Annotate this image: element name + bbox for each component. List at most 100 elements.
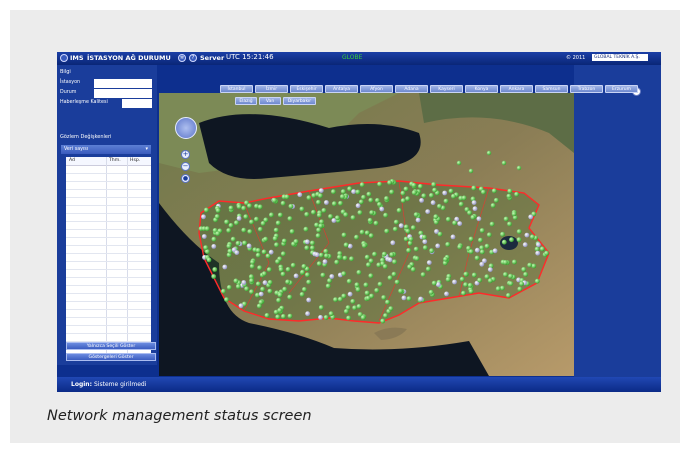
station-marker[interactable] [250, 259, 255, 265]
station-marker[interactable] [432, 187, 437, 193]
station-marker[interactable] [519, 281, 524, 287]
station-marker[interactable] [315, 233, 321, 239]
station-marker[interactable] [396, 208, 402, 213]
station-marker[interactable] [263, 236, 268, 242]
station-marker[interactable] [306, 279, 312, 285]
station-marker[interactable] [247, 229, 253, 235]
station-marker[interactable] [484, 274, 490, 280]
station-marker[interactable] [228, 205, 234, 211]
station-marker[interactable] [347, 291, 353, 297]
person-icon[interactable]: ● [181, 174, 190, 183]
station-marker[interactable] [516, 237, 522, 243]
pan-control-icon[interactable] [175, 117, 197, 139]
show-indicators-button[interactable]: Göstergeleri Göster [66, 353, 156, 361]
station-marker[interactable] [474, 247, 480, 253]
station-marker[interactable] [377, 202, 382, 207]
station-marker[interactable] [304, 212, 310, 217]
station-marker[interactable] [445, 277, 451, 282]
station-marker[interactable] [249, 278, 254, 284]
station-marker[interactable] [384, 196, 389, 201]
station-marker[interactable] [387, 275, 393, 281]
station-marker[interactable] [340, 194, 345, 199]
station-marker[interactable] [445, 216, 451, 222]
station-marker[interactable] [463, 271, 469, 277]
gear-icon[interactable]: ✲ [178, 54, 186, 62]
station-marker[interactable] [379, 206, 385, 212]
station-marker[interactable] [381, 251, 387, 257]
station-marker[interactable] [346, 278, 352, 284]
station-marker[interactable] [452, 279, 457, 285]
station-marker[interactable] [534, 246, 540, 252]
station-marker[interactable] [426, 260, 432, 265]
station-marker[interactable] [324, 253, 329, 259]
station-marker[interactable] [472, 206, 478, 212]
station-marker[interactable] [456, 160, 462, 166]
station-marker[interactable] [349, 256, 354, 262]
station-marker[interactable] [524, 232, 530, 238]
station-marker[interactable] [398, 223, 404, 229]
station-marker[interactable] [247, 203, 252, 209]
station-marker[interactable] [324, 200, 329, 205]
station-marker[interactable] [372, 251, 377, 257]
station-marker[interactable] [318, 188, 324, 193]
station-marker[interactable] [368, 273, 374, 279]
city-button[interactable]: Elazığ [235, 97, 257, 105]
station-marker[interactable] [414, 256, 420, 261]
station-marker[interactable] [452, 220, 457, 226]
station-marker[interactable] [249, 263, 255, 269]
station-marker[interactable] [303, 226, 309, 232]
station-marker[interactable] [523, 272, 528, 277]
station-marker[interactable] [516, 229, 522, 235]
station-marker[interactable] [428, 289, 434, 295]
station-marker[interactable] [234, 220, 239, 226]
station-marker[interactable] [369, 293, 374, 299]
station-marker[interactable] [366, 262, 371, 268]
map-view[interactable] [159, 93, 574, 376]
station-marker[interactable] [461, 195, 467, 201]
city-button[interactable]: Kayseri [430, 85, 463, 93]
station-marker[interactable] [442, 190, 448, 196]
station-marker[interactable] [507, 188, 513, 194]
station-marker[interactable] [255, 281, 261, 287]
station-marker[interactable] [387, 257, 393, 263]
station-marker[interactable] [222, 264, 228, 270]
station-marker[interactable] [227, 248, 233, 254]
station-marker[interactable] [368, 197, 374, 203]
station-marker[interactable] [289, 229, 295, 234]
station-marker[interactable] [305, 311, 310, 317]
station-marker[interactable] [235, 284, 241, 289]
station-marker[interactable] [508, 281, 514, 286]
station-marker[interactable] [300, 269, 305, 275]
station-marker[interactable] [463, 282, 468, 288]
station-marker[interactable] [354, 234, 359, 240]
station-marker[interactable] [383, 313, 388, 318]
station-marker[interactable] [527, 262, 533, 268]
station-marker[interactable] [534, 278, 540, 284]
station-marker[interactable] [201, 214, 206, 220]
station-marker[interactable] [268, 249, 274, 255]
station-marker[interactable] [457, 244, 463, 250]
station-marker[interactable] [260, 286, 265, 292]
station-marker[interactable] [467, 282, 473, 288]
station-marker[interactable] [310, 245, 315, 251]
station-marker[interactable] [393, 219, 399, 225]
station-marker[interactable] [246, 243, 252, 249]
station-marker[interactable] [407, 264, 412, 270]
station-marker[interactable] [429, 248, 434, 254]
station-marker[interactable] [233, 278, 239, 284]
station-marker[interactable] [355, 189, 361, 195]
station-marker[interactable] [347, 186, 352, 192]
station-marker[interactable] [328, 214, 333, 219]
city-button[interactable]: Van [259, 97, 281, 105]
station-marker[interactable] [226, 285, 232, 290]
station-marker[interactable] [201, 234, 207, 239]
station-marker[interactable] [299, 292, 305, 297]
station-marker[interactable] [249, 289, 254, 295]
station-marker[interactable] [212, 267, 218, 272]
station-marker[interactable] [256, 303, 262, 309]
station-marker[interactable] [267, 280, 273, 285]
station-marker[interactable] [536, 242, 541, 248]
station-marker[interactable] [302, 287, 307, 292]
station-marker[interactable] [435, 282, 441, 287]
station-marker[interactable] [310, 240, 315, 246]
